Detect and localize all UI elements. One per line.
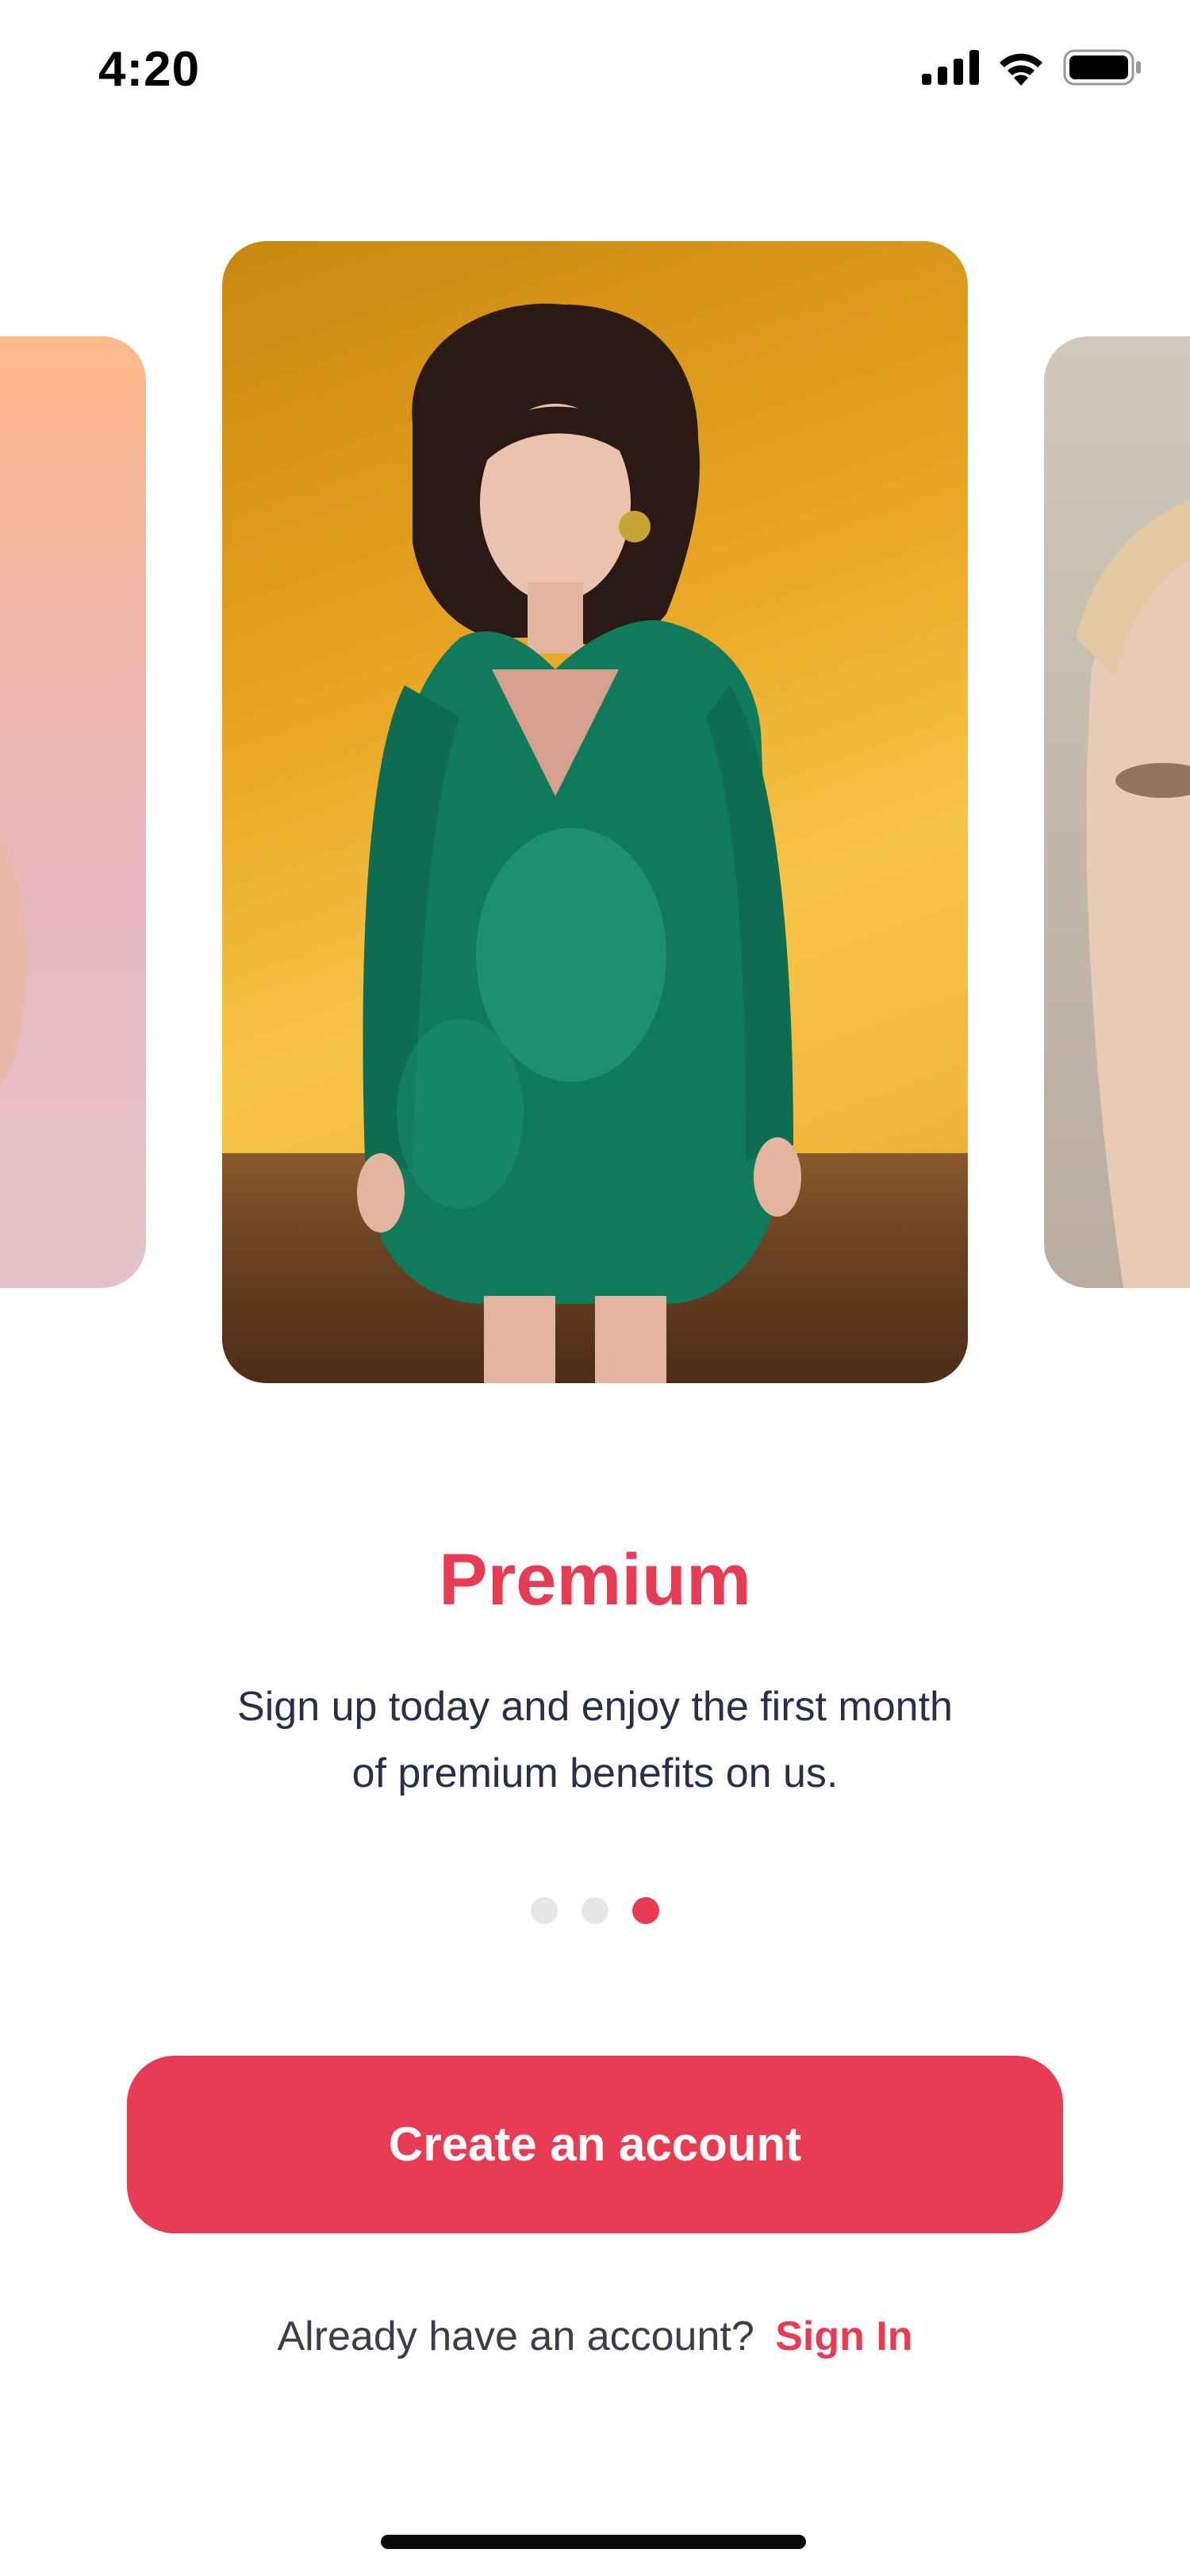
status-bar: 4:20 bbox=[0, 0, 1190, 143]
blonde-woman-portrait-photo bbox=[1076, 499, 1190, 1288]
woman-pink-background-photo bbox=[0, 834, 26, 1084]
battery-icon bbox=[1063, 49, 1141, 86]
carousel-card-current[interactable] bbox=[222, 241, 968, 1383]
page-title: Premium bbox=[439, 1539, 751, 1620]
page-description: Sign up today and enjoy the first month … bbox=[159, 1673, 1031, 1807]
page-dot-1[interactable] bbox=[531, 1897, 558, 1924]
woman-green-sequin-dress-photo bbox=[357, 303, 801, 1383]
status-time: 4:20 bbox=[98, 42, 201, 97]
carousel-card-next[interactable] bbox=[1044, 336, 1190, 1288]
signin-prompt: Already have an account? bbox=[277, 2313, 754, 2359]
onboarding-screen: 4:20 Premium Sign up today and enjoy the… bbox=[0, 0, 1190, 2576]
carousel-card-previous[interactable] bbox=[0, 336, 146, 1288]
page-indicator bbox=[0, 1897, 1190, 1924]
description-line-1: Sign up today and enjoy the first month bbox=[237, 1684, 953, 1730]
home-indicator[interactable] bbox=[381, 2535, 806, 2549]
description-line-2: of premium benefits on us. bbox=[351, 1750, 839, 1796]
signin-row: Already have an account? Sign In bbox=[0, 2313, 1190, 2360]
status-icons bbox=[922, 49, 1142, 86]
signin-link[interactable]: Sign In bbox=[775, 2313, 912, 2359]
page-dot-2[interactable] bbox=[582, 1897, 608, 1924]
cellular-signal-icon bbox=[922, 50, 979, 85]
create-account-button[interactable]: Create an account bbox=[127, 2056, 1063, 2233]
page-dot-3-active[interactable] bbox=[632, 1897, 659, 1924]
wifi-icon bbox=[1000, 53, 1042, 86]
